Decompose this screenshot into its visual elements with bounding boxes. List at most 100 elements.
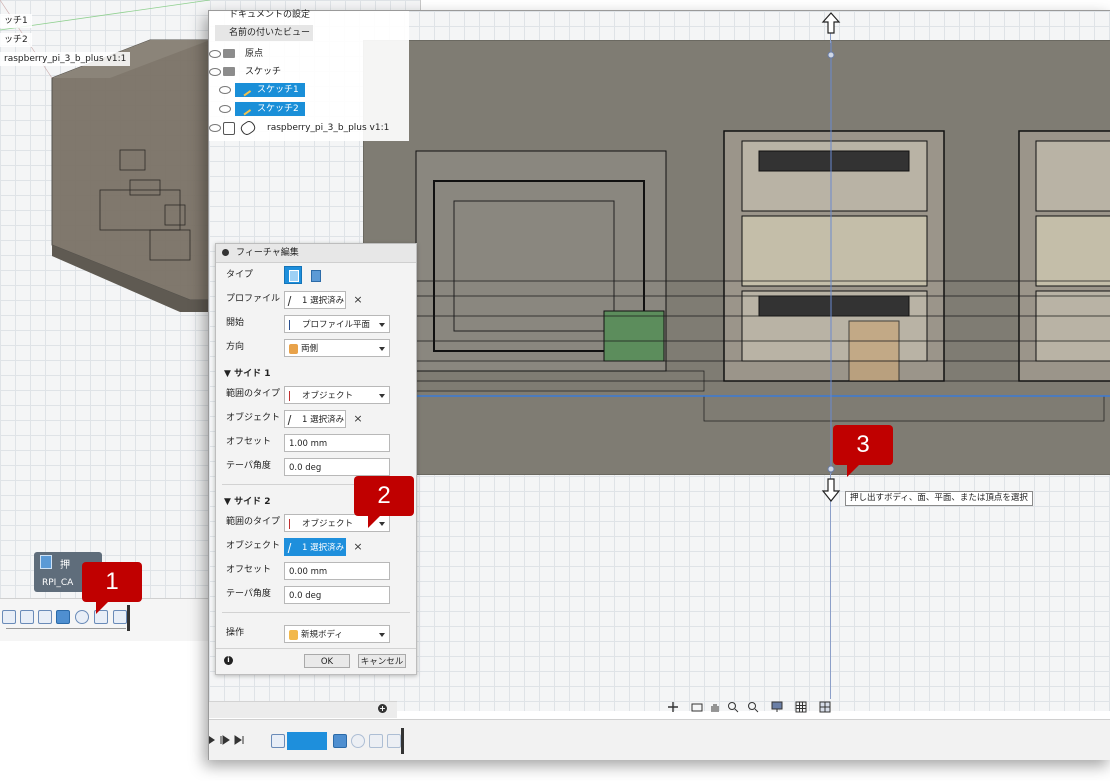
back-browser-panel: ッチ1 ッチ2 raspberry_pi_3_b_plus v1:1 (0, 0, 200, 70)
tooltip-title: 押 (60, 560, 70, 571)
back-browser-item[interactable]: ッチ2 (0, 33, 32, 47)
profile-clear-icon[interactable]: × (352, 294, 364, 306)
timeline-feature-icon[interactable] (369, 734, 383, 748)
object2-clear-icon[interactable]: × (352, 541, 364, 553)
visibility-eye-icon[interactable] (209, 50, 221, 58)
sketch2-chip[interactable]: スケッチ2 (235, 102, 305, 116)
start-value: プロファイル平面 (302, 320, 371, 330)
timeline-body-icon[interactable] (351, 734, 365, 748)
offset1-input[interactable]: 1.00 mm (284, 434, 390, 452)
browser-row-origin[interactable]: 原点 (209, 46, 409, 62)
visibility-eye-icon[interactable] (219, 86, 231, 94)
timeline-body-icon[interactable] (75, 610, 89, 624)
visibility-eye-icon[interactable] (219, 105, 231, 113)
profile-label: プロファイル (226, 294, 281, 304)
orbit-icon[interactable] (667, 701, 679, 713)
extent2-label: 範囲のタイプ (226, 517, 281, 527)
browser-item-named-views[interactable]: 名前の付いたビュー (215, 25, 313, 41)
extent1-dropdown[interactable]: オブジェクト (284, 386, 390, 404)
dialog-title: フィーチャ編集 (236, 248, 299, 258)
visibility-eye-icon[interactable] (209, 68, 221, 76)
type-one-side-button[interactable] (284, 266, 302, 284)
timeline-selected-sketches[interactable] (287, 732, 327, 750)
extrude-arrow-up-icon[interactable] (820, 11, 842, 61)
type-label: タイプ (226, 270, 254, 280)
display-settings-icon[interactable] (771, 701, 783, 713)
sketch-pen-icon (238, 102, 252, 116)
timeline-track (6, 628, 126, 629)
add-comment-icon[interactable]: + (378, 704, 387, 713)
extent1-label: 範囲のタイプ (226, 389, 281, 399)
start-label: 開始 (226, 318, 245, 328)
timeline-sketch-icon[interactable] (2, 610, 16, 624)
taper1-label: テーパ角度 (226, 461, 271, 471)
taper2-input[interactable]: 0.0 deg (284, 586, 390, 604)
operation-dropdown[interactable]: 新規ボディ (284, 625, 390, 643)
object1-select-button[interactable]: 1 選択済み (284, 410, 346, 428)
browser-item-document-settings[interactable]: ドキュメントの設定 (229, 7, 310, 23)
sketch1-chip[interactable]: スケッチ1 (235, 83, 305, 97)
extrude-arrow-down-icon[interactable] (820, 463, 842, 509)
timeline-feature-icon[interactable] (113, 610, 127, 624)
timeline-extrude-icon[interactable] (56, 610, 70, 624)
type-thin-button[interactable] (306, 266, 324, 284)
object1-value: 1 選択済み (302, 415, 345, 425)
browser-row-sketches[interactable]: スケッチ (209, 64, 409, 80)
object1-clear-icon[interactable]: × (352, 413, 364, 425)
look-at-icon[interactable] (691, 701, 703, 713)
timeline-feature-icon[interactable] (387, 734, 401, 748)
taper1-input[interactable]: 0.0 deg (284, 458, 390, 476)
timeline-sketch-icon[interactable] (271, 734, 285, 748)
info-icon[interactable]: i (224, 656, 233, 665)
object1-label: オブジェクト (226, 413, 281, 423)
dialog-header[interactable]: フィーチャ編集 (216, 244, 416, 263)
back-browser-item[interactable]: raspberry_pi_3_b_plus v1:1 (0, 52, 131, 66)
pan-hand-icon[interactable] (709, 701, 721, 713)
two-sides-icon (289, 343, 298, 354)
comments-bar: + (209, 701, 397, 718)
grid-settings-icon[interactable] (795, 701, 807, 713)
taper2-label: テーパ角度 (226, 589, 271, 599)
side1-label: サイド 1 (234, 369, 271, 379)
timeline-sketch-icon[interactable] (20, 610, 34, 624)
browser-row-component[interactable]: raspberry_pi_3_b_plus v1:1 (209, 119, 409, 137)
extent1-value: オブジェクト (302, 391, 354, 401)
side2-label: サイド 2 (234, 497, 271, 507)
to-object-icon (289, 518, 299, 529)
timeline-marker[interactable] (401, 728, 404, 754)
timeline-sketch-icon[interactable] (38, 610, 52, 624)
direction-label: 方向 (226, 342, 245, 352)
viewports-icon[interactable] (819, 701, 831, 713)
profile-select-button[interactable]: 1 選択済み (284, 291, 346, 309)
browser-item-label: 原点 (245, 49, 264, 59)
offset1-label: オフセット (226, 437, 272, 447)
side2-section-header[interactable]: ▼ サイド 2 (224, 494, 270, 507)
sketch-pen-icon (238, 83, 252, 97)
chevron-down-icon (379, 633, 385, 637)
sketch1-label: スケッチ1 (257, 85, 299, 95)
object2-select-button[interactable]: 1 選択済み (284, 538, 346, 556)
browser-row-sketch2[interactable]: スケッチ2 (209, 101, 409, 117)
cancel-button[interactable]: キャンセル (358, 654, 406, 668)
offset2-input[interactable]: 0.00 mm (284, 562, 390, 580)
timeline-extrude-icon[interactable] (333, 734, 347, 748)
divider (216, 648, 416, 649)
model-front-view[interactable] (363, 40, 1110, 475)
zoom-icon[interactable] (747, 701, 759, 713)
zoom-window-icon[interactable] (727, 701, 739, 713)
side1-section-header[interactable]: ▼ サイド 1 (224, 366, 270, 379)
browser-row-sketch1[interactable]: スケッチ1 (209, 82, 409, 98)
back-browser-item[interactable]: ッチ1 (0, 14, 32, 28)
collapse-icon[interactable] (222, 249, 229, 256)
callout-2: 2 (354, 476, 414, 528)
direction-dropdown[interactable]: 両側 (284, 339, 390, 357)
timeline-marker[interactable] (127, 605, 130, 631)
visibility-eye-icon[interactable] (209, 124, 221, 132)
to-object-icon (289, 390, 299, 401)
start-dropdown[interactable]: プロファイル平面 (284, 315, 390, 333)
model-wireframe (364, 41, 1110, 474)
sketch2-label: スケッチ2 (257, 104, 299, 114)
extrude-icon (289, 270, 299, 282)
ok-button[interactable]: OK (304, 654, 350, 668)
timeline-playback-controls (209, 735, 244, 745)
